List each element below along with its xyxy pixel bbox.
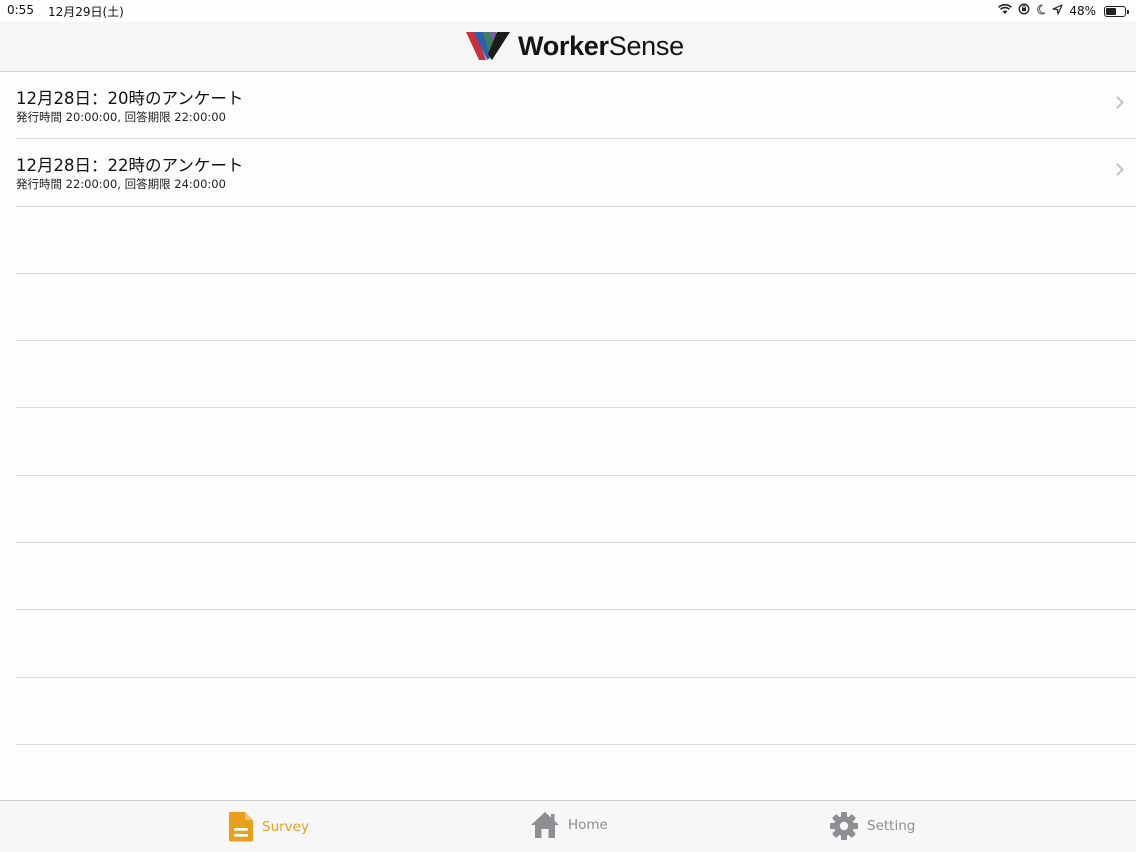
empty-row bbox=[16, 408, 1136, 476]
battery-percent: 48% bbox=[1069, 4, 1096, 18]
house-icon bbox=[531, 812, 559, 838]
navigation-bar: WorkerSense bbox=[0, 22, 1136, 72]
gear-icon bbox=[830, 812, 858, 840]
survey-title: 12月28日：20時のアンケート bbox=[16, 89, 244, 108]
tab-setting-label: Setting bbox=[867, 818, 916, 834]
status-bar: 0:55 12月29日(土) 48% bbox=[0, 0, 1136, 22]
brand-logo: WorkerSense bbox=[466, 30, 684, 62]
status-date: 12月29日(土) bbox=[47, 5, 124, 19]
empty-row bbox=[16, 341, 1136, 409]
survey-row[interactable]: 12月28日：22時のアンケート 発行時間 22:00:00, 回答期限 24:… bbox=[16, 139, 1136, 207]
wifi-icon bbox=[998, 3, 1013, 19]
survey-subtitle: 発行時間 20:00:00, 回答期限 22:00:00 bbox=[16, 110, 226, 124]
survey-subtitle: 発行時間 22:00:00, 回答期限 24:00:00 bbox=[16, 177, 226, 192]
brand-name-bold: Worker bbox=[518, 30, 609, 61]
app-screen: 0:55 12月29日(土) 48% WorkerSense 12月28日：20… bbox=[0, 0, 1136, 852]
workersense-logo-icon bbox=[466, 32, 510, 60]
survey-row[interactable]: 12月28日：20時のアンケート 発行時間 20:00:00, 回答期限 22:… bbox=[16, 72, 1136, 140]
empty-row bbox=[16, 543, 1136, 611]
empty-row bbox=[16, 476, 1136, 544]
chevron-right-icon bbox=[1111, 96, 1124, 109]
survey-title: 12月28日：22時のアンケート bbox=[16, 156, 244, 176]
tab-home[interactable]: Home bbox=[530, 811, 608, 839]
tab-home-label: Home bbox=[568, 817, 608, 833]
location-arrow-icon bbox=[1052, 3, 1063, 19]
brand-name-light: Sense bbox=[608, 30, 684, 61]
empty-row bbox=[16, 678, 1136, 745]
battery-icon bbox=[1104, 5, 1129, 17]
tab-setting[interactable]: Setting bbox=[829, 811, 915, 841]
tab-survey-label: Survey bbox=[262, 818, 309, 835]
survey-list: 12月28日：20時のアンケート 発行時間 20:00:00, 回答期限 22:… bbox=[0, 72, 1136, 745]
chevron-right-icon bbox=[1111, 163, 1124, 177]
moon-icon bbox=[1036, 3, 1046, 19]
empty-row bbox=[16, 610, 1136, 678]
empty-row bbox=[16, 274, 1136, 342]
orientation-lock-icon bbox=[1018, 3, 1030, 19]
empty-row bbox=[16, 207, 1136, 274]
battery-fill bbox=[1106, 7, 1116, 15]
tab-bar: Survey Home Setting bbox=[0, 800, 1136, 852]
status-time: 0:55 bbox=[7, 3, 34, 17]
document-icon bbox=[228, 812, 253, 842]
tab-survey[interactable]: Survey bbox=[228, 811, 309, 842]
